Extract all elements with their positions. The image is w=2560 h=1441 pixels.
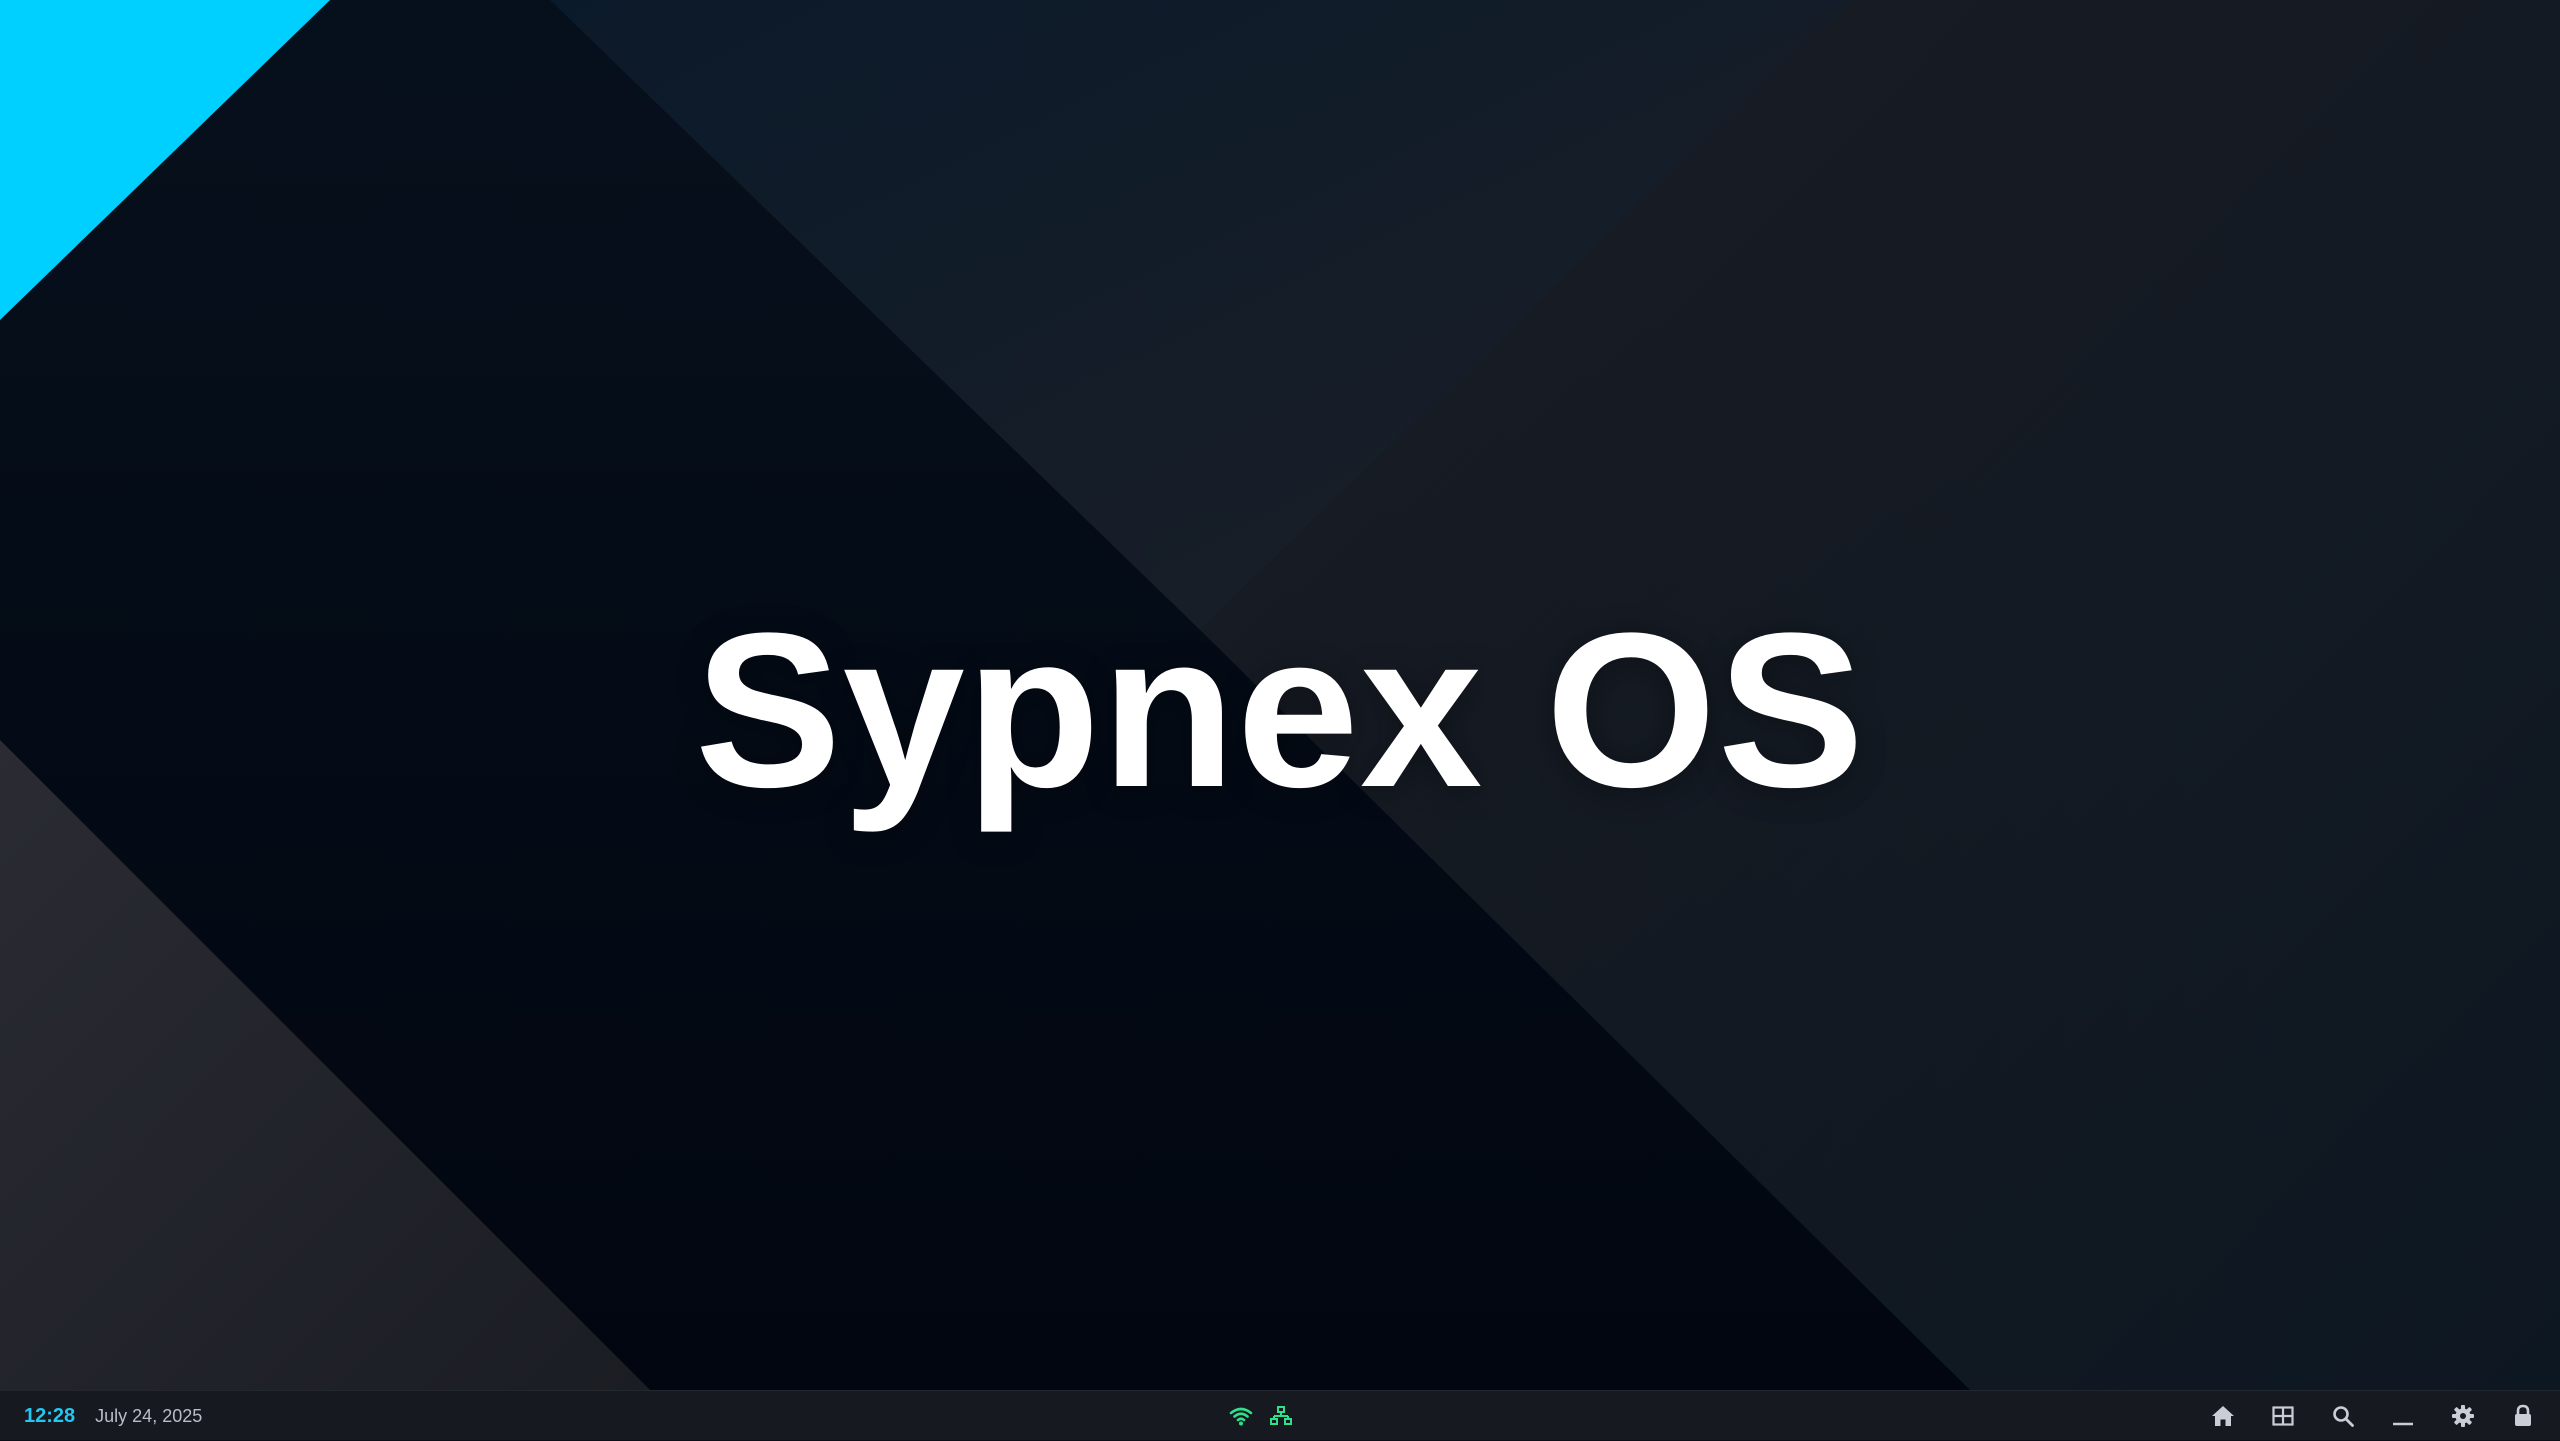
network-icon[interactable]: [1268, 1403, 1294, 1429]
search-icon: [2333, 1406, 2354, 1427]
clock[interactable]: 12:28: [24, 1405, 75, 1428]
lock-button[interactable]: [2506, 1399, 2540, 1433]
date: July 24, 2025: [95, 1405, 203, 1426]
taskbar-datetime: 12:28 July 24, 2025: [24, 1391, 202, 1441]
minimize-all-button[interactable]: [2386, 1399, 2420, 1433]
taskbar: 12:28 July 24, 2025: [0, 1390, 2560, 1440]
desktop: Sypnex OS: [0, 0, 2560, 1390]
taskbar-actions: [2206, 1391, 2540, 1441]
app-grid-icon: [2272, 1406, 2294, 1426]
os-brand-title: Sypnex OS: [694, 587, 1866, 833]
gear-icon: [2452, 1405, 2474, 1427]
search-button[interactable]: [2326, 1399, 2360, 1433]
settings-button[interactable]: [2446, 1399, 2480, 1433]
lock-icon: [2515, 1404, 2531, 1426]
home-icon: [2212, 1406, 2234, 1426]
wifi-icon[interactable]: [1228, 1403, 1254, 1429]
minimize-icon: [2393, 1422, 2413, 1426]
app-grid-button[interactable]: [2266, 1399, 2300, 1433]
status-area: [1228, 1391, 1294, 1441]
home-button[interactable]: [2206, 1399, 2240, 1433]
